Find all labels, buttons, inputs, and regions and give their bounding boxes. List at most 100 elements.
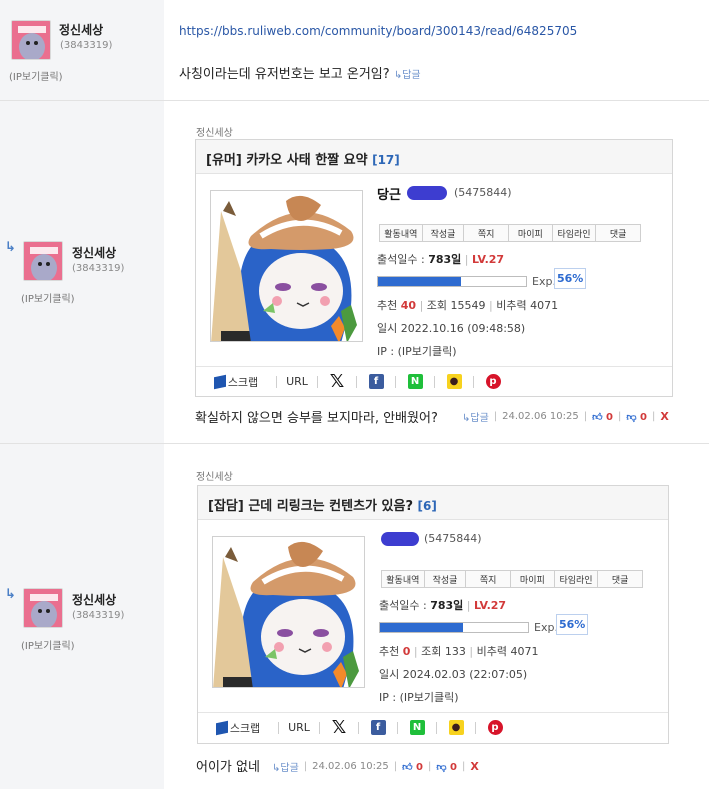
thumbs-down-icon: 👎︎ [626,411,637,423]
upvote-button[interactable]: 👍︎ 0 [402,761,423,773]
card-title[interactable]: [잡담] 근데 리링크는 컨텐츠가 있음? [6] [198,486,668,520]
kakaotalk-icon: ● [448,720,464,735]
downvote-button[interactable]: 👎︎ 0 [626,411,647,423]
timestamp: 24.02.06 10:25 [312,761,389,772]
author-name[interactable]: 정신세상 [72,244,116,261]
reply-link[interactable]: ↳답글 [462,409,489,424]
avatar[interactable] [11,20,51,60]
menu-posts[interactable]: 작성글 [424,571,467,587]
attendance-label: 출석일수 : [377,253,429,266]
ratio-value: 4071 [510,645,539,658]
menu-activity[interactable]: 활동내역 [382,571,425,587]
attendance-label: 출석일수 : [379,599,431,612]
author-name[interactable]: 정신세상 [59,21,103,38]
exp-label: Exp. [534,621,558,634]
post-thumbnail[interactable] [210,190,363,342]
x-share-button[interactable]: 𝕏 [320,713,358,742]
menu-comments[interactable]: 댓글 [596,225,641,241]
avatar[interactable] [23,241,63,281]
source-author: 정신세상 [196,472,233,483]
ip-view-link[interactable]: (IP보기클릭) [21,637,75,652]
profile-id: (5475844) [454,186,512,199]
menu-mypi[interactable]: 마이피 [509,225,553,241]
x-logo-icon: 𝕏 [331,717,347,738]
ratio-label: 비추력 [476,645,507,658]
naver-share-button[interactable]: N [396,367,434,396]
comment-body: 사칭이라는데 유저번호는 보고 온거임? [179,67,390,82]
downvote-count: 0 [449,761,457,773]
pinterest-icon: p [485,374,501,389]
stats-row: 추천 0 | 조회 133 | 비추력 4071 [379,645,539,658]
menu-comments[interactable]: 댓글 [598,571,643,587]
kakaotalk-share-button[interactable]: ● [435,367,473,396]
x-share-button[interactable]: 𝕏 [318,367,356,396]
stats-row: 추천 40 | 조회 15549 | 비추력 4071 [377,299,559,312]
timestamp: 24.02.06 10:25 [502,411,579,422]
url-button[interactable]: URL [277,367,317,396]
reply-link[interactable]: ↳답글 [394,70,421,81]
scrap-button[interactable]: 스크랩 [196,367,276,396]
pinterest-share-button[interactable]: p [476,713,514,742]
menu-activity[interactable]: 활동내역 [380,225,423,241]
date-label: 일시 [377,322,398,335]
ip-row: IP : (IP보기클릭) [377,343,457,359]
kakaotalk-icon: ● [446,374,462,389]
kakaotalk-share-button[interactable]: ● [437,713,475,742]
pinterest-share-button[interactable]: p [474,367,512,396]
author-name[interactable]: 정신세상 [72,591,116,608]
facebook-icon: f [368,374,384,389]
scrap-label: 스크랩 [227,375,259,389]
card-title[interactable]: [유머] 카카오 사태 한짤 요약 [17] [196,140,672,174]
avatar[interactable] [23,588,63,628]
views-value: 133 [444,645,466,658]
naver-icon: N [409,720,425,735]
exp-bar-fill [378,277,461,286]
thumbs-up-icon: 👍︎ [402,761,413,773]
ip-view-link[interactable]: (IP보기클릭) [21,290,75,305]
post-title: 카카오 사태 한짤 요약 [246,153,368,168]
post-thumbnail[interactable] [212,536,365,688]
menu-timeline[interactable]: 타임라인 [552,225,597,241]
scrap-icon [213,374,226,389]
profile-menu: 활동내역 작성글 쪽지 마이피 타임라인 댓글 [381,570,643,588]
menu-posts[interactable]: 작성글 [422,225,465,241]
downvote-button[interactable]: 👎︎ 0 [436,761,457,773]
facebook-icon: f [370,720,386,735]
redacted-scribble [407,186,447,200]
menu-timeline[interactable]: 타임라인 [554,571,599,587]
ratio-label: 비추력 [496,299,527,312]
menu-message[interactable]: 쪽지 [464,225,510,241]
recommend-value: 40 [400,299,417,312]
menu-mypi[interactable]: 마이피 [511,571,555,587]
upvote-button[interactable]: 👍︎ 0 [592,411,613,423]
profile-name[interactable]: 당근 [377,184,401,203]
comment-meta: ↳답글 | 24.02.06 10:25 | 👍︎ 0 | 👎︎ 0 | X [272,759,479,774]
ip-value[interactable]: (IP보기클릭) [398,345,457,358]
post-link[interactable]: https://bbs.ruliweb.com/community/board/… [179,24,577,38]
reply-link[interactable]: ↳답글 [272,759,299,774]
menu-message[interactable]: 쪽지 [466,571,512,587]
upvote-count: 0 [606,411,613,423]
ip-value[interactable]: (IP보기클릭) [400,691,459,704]
level-badge: LV.27 [472,253,505,266]
delete-button[interactable]: X [470,760,478,773]
comment-body: 확실하지 않으면 승부를 보지마라, 안배웠어? [195,411,438,426]
ip-view-link[interactable]: (IP보기클릭) [9,68,63,83]
upvote-count: 0 [416,761,423,773]
scrap-button[interactable]: 스크랩 [198,713,278,742]
comment-count: [17] [372,153,400,167]
date-label: 일시 [379,668,400,681]
exp-bar [379,622,529,633]
comment-divider [0,443,709,444]
comment-divider [0,100,709,101]
linked-post-card[interactable]: [잡담] 근데 리링크는 컨텐츠가 있음? [6] (5475844) 활동내역… [197,485,669,744]
naver-share-button[interactable]: N [398,713,436,742]
linked-post-card[interactable]: [유머] 카카오 사태 한짤 요약 [17] 당근 (5475844) 활동내역… [195,139,673,397]
delete-button[interactable]: X [660,410,668,423]
facebook-share-button[interactable]: f [357,367,395,396]
user-number: (3843319) [72,263,125,274]
facebook-share-button[interactable]: f [359,713,397,742]
date-row: 일시 2022.10.16 (09:48:58) [377,320,525,336]
pinterest-icon: p [487,720,503,735]
url-button[interactable]: URL [279,713,319,742]
